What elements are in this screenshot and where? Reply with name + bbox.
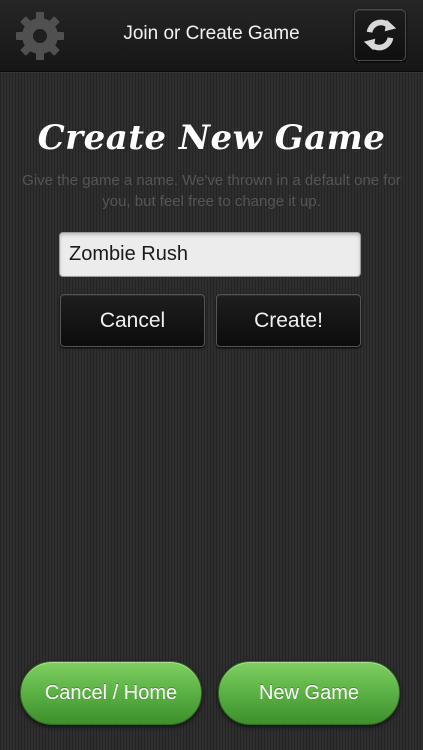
- create-game-description: Give the game a name. We've thrown in a …: [22, 172, 401, 210]
- gear-icon[interactable]: [12, 8, 68, 64]
- join-create-game-screen: Join or Create Game Create New Game Give…: [0, 0, 423, 750]
- refresh-button[interactable]: [354, 9, 406, 61]
- refresh-icon: [363, 19, 397, 51]
- cancel-button[interactable]: Cancel: [60, 294, 205, 347]
- cancel-home-button[interactable]: Cancel / Home: [20, 661, 202, 725]
- new-game-button[interactable]: New Game: [218, 661, 400, 725]
- create-game-heading: Create New Game: [37, 118, 386, 158]
- top-bar: Join or Create Game: [0, 0, 423, 72]
- page-title: Join or Create Game: [123, 23, 300, 44]
- game-name-input[interactable]: [59, 232, 361, 277]
- create-button[interactable]: Create!: [216, 294, 361, 347]
